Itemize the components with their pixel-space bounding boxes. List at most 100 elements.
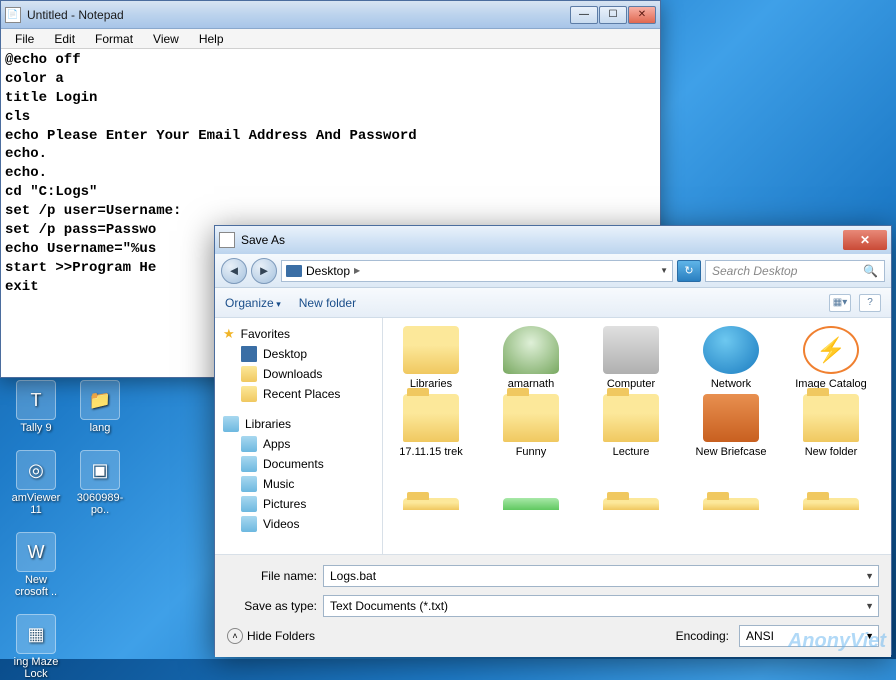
- help-button[interactable]: ?: [859, 294, 881, 312]
- library-icon: [241, 516, 257, 532]
- file-item[interactable]: [591, 462, 671, 514]
- chevron-down-icon[interactable]: ▼: [865, 631, 874, 641]
- file-item[interactable]: New folder: [791, 394, 871, 458]
- file-item[interactable]: amarnath: [491, 326, 571, 390]
- menu-help[interactable]: Help: [191, 30, 232, 48]
- desktop-icon[interactable]: 📁lang: [72, 380, 128, 434]
- folder-icon: [703, 498, 759, 510]
- file-item[interactable]: ⚡ Image Catalog: [791, 326, 871, 390]
- encoding-select[interactable]: ANSI▼: [739, 625, 879, 647]
- organize-button[interactable]: Organize: [225, 296, 281, 310]
- refresh-button[interactable]: ↻: [677, 260, 701, 282]
- sidebar-libraries[interactable]: Libraries: [215, 414, 382, 434]
- menu-file[interactable]: File: [7, 30, 42, 48]
- back-button[interactable]: ◄: [221, 258, 247, 284]
- saveas-dialog: Save As ✕ ◄ ► Desktop ▶ ▼ ↻ Search Deskt…: [214, 225, 892, 655]
- notepad-icon: 📄: [5, 7, 21, 23]
- encoding-label: Encoding:: [676, 629, 729, 643]
- file-label: Computer: [591, 378, 671, 390]
- file-item[interactable]: Network: [691, 326, 771, 390]
- file-item[interactable]: [391, 462, 471, 514]
- folder-icon: [503, 394, 559, 442]
- file-item[interactable]: Funny: [491, 394, 571, 458]
- view-options-button[interactable]: ▦▾: [829, 294, 851, 312]
- file-item[interactable]: Lecture: [591, 394, 671, 458]
- sidebar-item-downloads[interactable]: Downloads: [215, 364, 382, 384]
- catalog-icon: ⚡: [803, 326, 859, 374]
- filename-label: File name:: [227, 569, 317, 583]
- menu-view[interactable]: View: [145, 30, 187, 48]
- dialog-icon: [219, 232, 235, 248]
- nav-bar: ◄ ► Desktop ▶ ▼ ↻ Search Desktop 🔍: [215, 254, 891, 288]
- window-title: Untitled - Notepad: [27, 8, 570, 22]
- minimize-button[interactable]: —: [570, 6, 598, 24]
- filename-input[interactable]: Logs.bat▼: [323, 565, 879, 587]
- forward-button[interactable]: ►: [251, 258, 277, 284]
- libraries-icon: [223, 416, 239, 432]
- desktop-icon[interactable]: TTally 9: [8, 380, 64, 434]
- network-icon: [703, 326, 759, 374]
- file-item[interactable]: [691, 462, 771, 514]
- file-item[interactable]: [491, 462, 571, 514]
- menu-edit[interactable]: Edit: [46, 30, 83, 48]
- file-item[interactable]: New Briefcase: [691, 394, 771, 458]
- menu-format[interactable]: Format: [87, 30, 141, 48]
- dialog-bottom: File name: Logs.bat▼ Save as type: Text …: [215, 554, 891, 657]
- savetype-label: Save as type:: [227, 599, 317, 613]
- sidebar-item-apps[interactable]: Apps: [215, 434, 382, 454]
- funny-icon: [503, 498, 559, 510]
- sidebar-item-music[interactable]: Music: [215, 474, 382, 494]
- file-label: 17.11.15 trek: [391, 446, 471, 458]
- file-item[interactable]: [791, 462, 871, 514]
- breadcrumb[interactable]: Desktop ▶ ▼: [281, 260, 673, 282]
- hide-folders-button[interactable]: ˄ Hide Folders: [227, 628, 315, 644]
- file-list[interactable]: Libraries amarnath Computer Network ⚡ Image C…: [383, 318, 891, 554]
- file-item[interactable]: 17.11.15 trek: [391, 394, 471, 458]
- chevron-down-icon[interactable]: ▼: [865, 571, 874, 581]
- library-icon: [241, 476, 257, 492]
- desktop-icon[interactable]: ▣3060989-po..: [72, 450, 128, 516]
- desktop-icon[interactable]: WNew crosoft ..: [8, 532, 64, 598]
- menubar: File Edit Format View Help: [1, 29, 660, 49]
- titlebar[interactable]: Save As ✕: [215, 226, 891, 254]
- new-folder-button[interactable]: New folder: [299, 296, 356, 310]
- chevron-down-icon[interactable]: ▼: [660, 266, 668, 275]
- sidebar-item-recent[interactable]: Recent Places: [215, 384, 382, 404]
- sidebar-item-desktop[interactable]: Desktop: [215, 344, 382, 364]
- close-button[interactable]: ✕: [843, 230, 887, 250]
- app-icon: ▦: [16, 614, 56, 654]
- sidebar-item-pictures[interactable]: Pictures: [215, 494, 382, 514]
- savetype-select[interactable]: Text Documents (*.txt)▼: [323, 595, 879, 617]
- library-icon: [241, 436, 257, 452]
- dialog-title: Save As: [241, 233, 843, 247]
- app-icon: ◎: [16, 450, 56, 490]
- folder-icon: [603, 394, 659, 442]
- titlebar[interactable]: 📄 Untitled - Notepad — ☐ ✕: [1, 1, 660, 29]
- folder-icon: [241, 386, 257, 402]
- folder-icon: [403, 498, 459, 510]
- folder-icon: 📁: [80, 380, 120, 420]
- sidebar-item-documents[interactable]: Documents: [215, 454, 382, 474]
- chevron-down-icon[interactable]: ▼: [865, 601, 874, 611]
- library-icon: [241, 456, 257, 472]
- close-button[interactable]: ✕: [628, 6, 656, 24]
- desktop-icon[interactable]: ◎amViewer 11: [8, 450, 64, 516]
- search-icon: 🔍: [863, 264, 878, 278]
- sidebar-favorites[interactable]: ★Favorites: [215, 324, 382, 344]
- file-label: Image Catalog: [791, 378, 871, 390]
- file-label: Libraries: [391, 378, 471, 390]
- file-item[interactable]: Libraries: [391, 326, 471, 390]
- app-icon: T: [16, 380, 56, 420]
- maximize-button[interactable]: ☐: [599, 6, 627, 24]
- folder-icon: [241, 366, 257, 382]
- file-item[interactable]: Computer: [591, 326, 671, 390]
- file-label: Lecture: [591, 446, 671, 458]
- sidebar-item-videos[interactable]: Videos: [215, 514, 382, 534]
- folder-icon: [803, 394, 859, 442]
- chevron-right-icon[interactable]: ▶: [354, 266, 360, 275]
- computer-icon: [603, 326, 659, 374]
- desktop-icon[interactable]: ▦ing Maze Lock: [8, 614, 64, 680]
- search-input[interactable]: Search Desktop 🔍: [705, 260, 885, 282]
- search-placeholder: Search Desktop: [712, 264, 797, 278]
- desktop-icons-col2: 📁lang ▣3060989-po..: [72, 380, 128, 516]
